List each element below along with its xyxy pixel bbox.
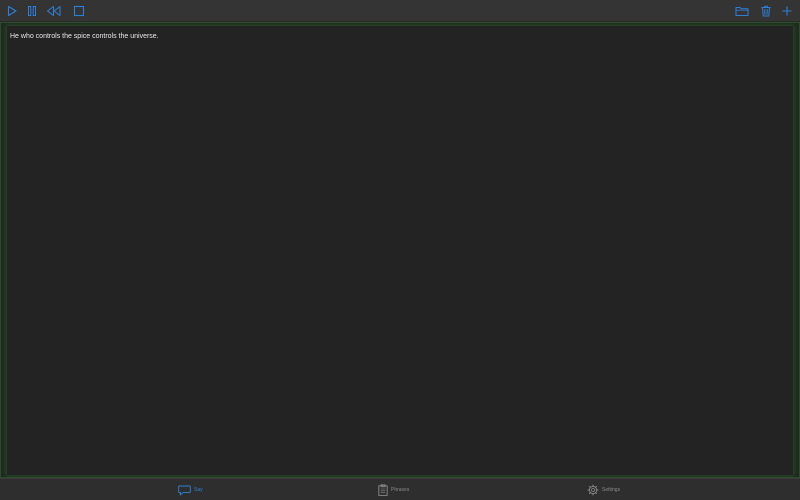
editor-text[interactable]: He who controls the spice controls the u… [10, 32, 790, 42]
rewind-icon [47, 6, 61, 16]
pause-icon [28, 6, 36, 16]
plus-icon [782, 6, 792, 16]
tab-phrases[interactable]: Phrases [378, 483, 409, 497]
speech-bubble-icon [178, 485, 191, 495]
open-folder-button[interactable] [734, 3, 750, 19]
trash-icon [761, 5, 771, 17]
pause-button[interactable] [24, 3, 40, 19]
play-icon [7, 5, 17, 17]
tab-settings[interactable]: Settings [587, 483, 620, 497]
editor-frame: He who controls the spice controls the u… [0, 22, 800, 478]
app-window: He who controls the spice controls the u… [0, 0, 800, 500]
tab-say[interactable]: Say [178, 483, 203, 497]
rewind-button[interactable] [46, 3, 62, 19]
toolbar [0, 0, 800, 22]
tab-say-label: Say [194, 487, 203, 493]
add-button[interactable] [779, 3, 795, 19]
play-button[interactable] [4, 3, 20, 19]
gear-icon [587, 484, 599, 496]
delete-button[interactable] [758, 3, 774, 19]
tab-phrases-label: Phrases [391, 487, 410, 493]
stop-button[interactable] [71, 3, 87, 19]
tab-settings-label: Settings [602, 487, 621, 493]
clipboard-icon [378, 484, 388, 496]
text-editor[interactable]: He who controls the spice controls the u… [7, 26, 793, 475]
stop-icon [73, 5, 85, 17]
folder-icon [735, 7, 749, 16]
tab-bar: Say Phrases Settings [0, 478, 800, 500]
